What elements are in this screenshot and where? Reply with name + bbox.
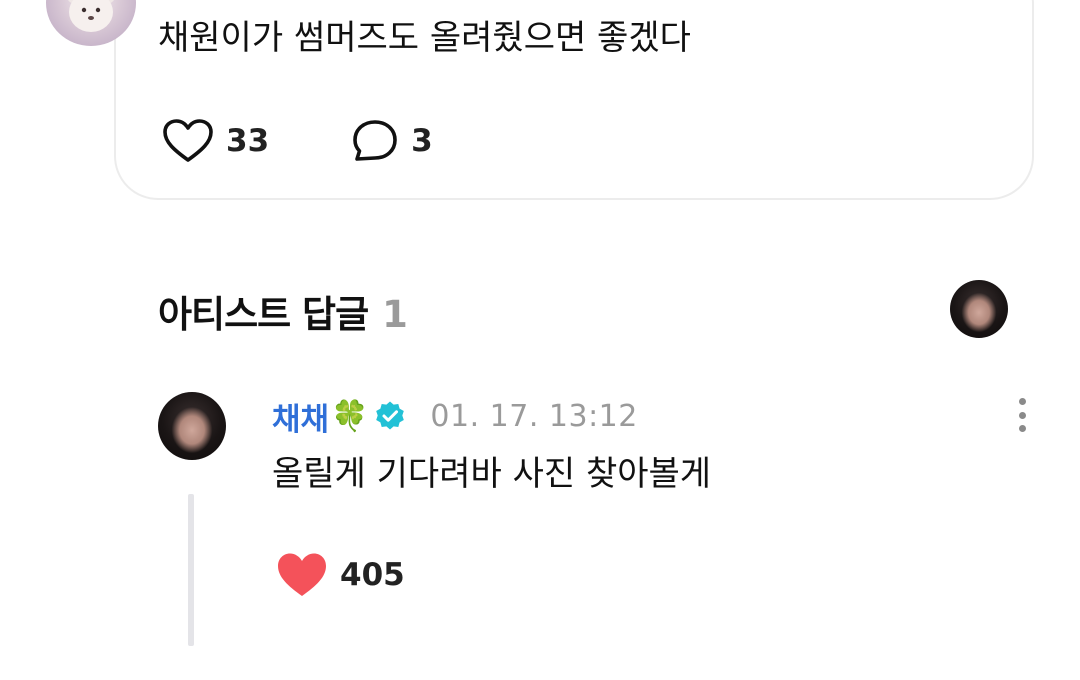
post-comment-count: 3 bbox=[411, 123, 433, 159]
reply-like-count: 405 bbox=[340, 557, 405, 593]
artist-avatar-small[interactable] bbox=[950, 280, 1008, 338]
verified-badge-icon bbox=[374, 400, 406, 432]
artist-replies-count: 1 bbox=[382, 293, 408, 336]
more-vertical-icon[interactable] bbox=[1008, 394, 1036, 436]
post-like-button[interactable]: 33 bbox=[162, 118, 269, 164]
reply-author-name[interactable]: 채채 bbox=[272, 394, 329, 439]
post-actions: 33 3 bbox=[162, 114, 433, 168]
heart-filled-icon bbox=[278, 553, 326, 596]
heart-outline-icon bbox=[163, 119, 213, 162]
reply-meta: 채채 🍀 01. 17. 13:12 bbox=[272, 394, 638, 438]
artist-replies-title: 아티스트 답글 bbox=[158, 293, 369, 336]
post-like-count: 33 bbox=[226, 123, 270, 159]
post-comment-button[interactable]: 3 bbox=[351, 118, 433, 164]
artist-photo bbox=[950, 280, 1008, 338]
speech-bubble-icon bbox=[353, 120, 397, 161]
artist-photo bbox=[158, 392, 226, 460]
reply-like-button[interactable]: 405 bbox=[276, 550, 405, 600]
clover-emoji: 🍀 bbox=[331, 398, 369, 434]
post-text: 채원이가 썸머즈도 올려줬으면 좋겠다 bbox=[158, 18, 691, 58]
reply-author-avatar[interactable] bbox=[158, 392, 226, 460]
reply-thread-line bbox=[188, 494, 194, 646]
reply-text: 올릴게 기다려바 사진 찾아볼게 bbox=[272, 454, 712, 494]
reply-timestamp: 01. 17. 13:12 bbox=[430, 398, 638, 434]
artist-replies-header: 아티스트 답글 1 bbox=[158, 284, 408, 338]
